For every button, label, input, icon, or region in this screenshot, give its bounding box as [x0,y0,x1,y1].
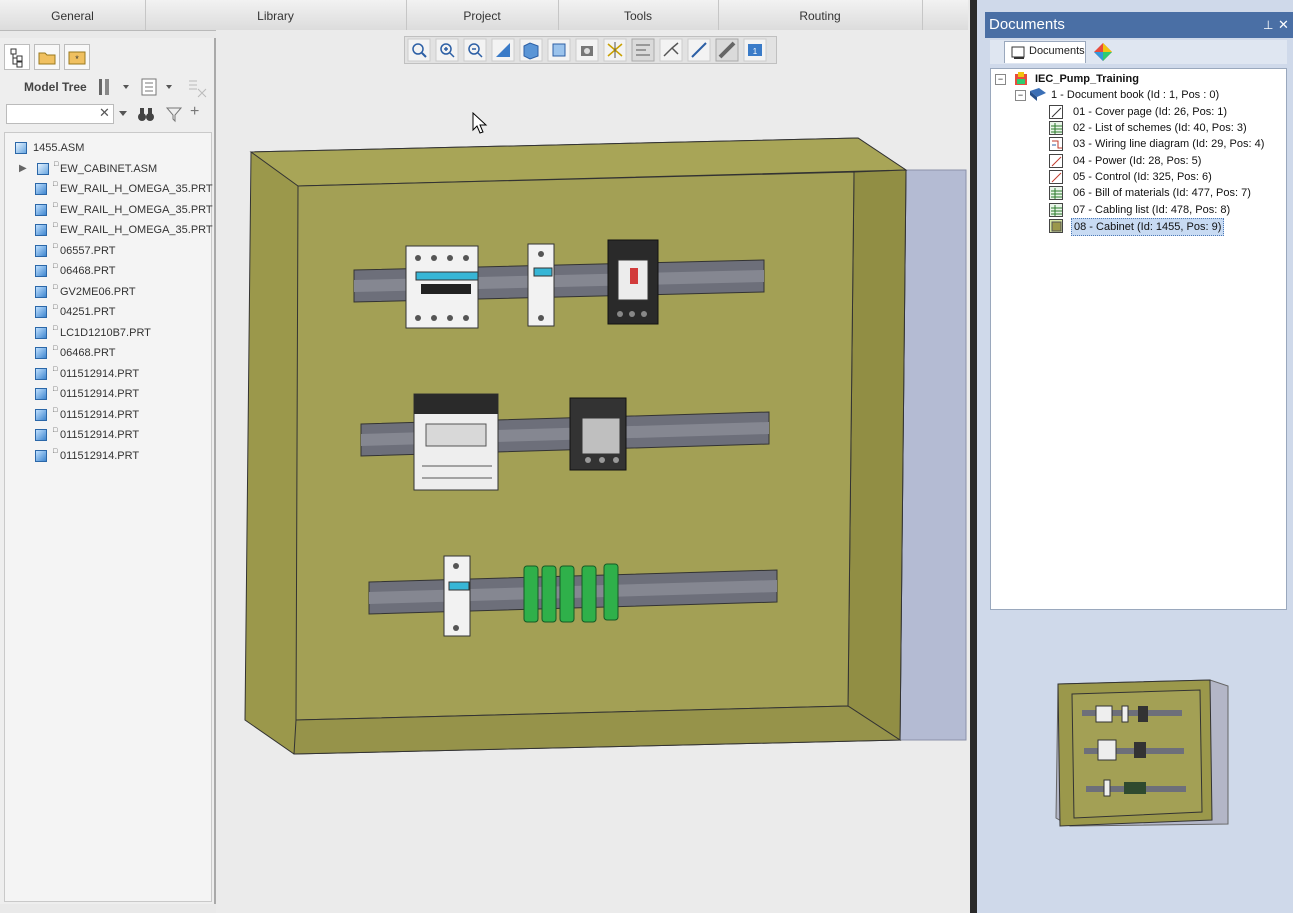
tab-routing[interactable]: Routing [718,0,923,30]
model-tree-panel: * Model Tree ✕ + 1455.ASM ▶ □ EW_CABINET… [0,38,216,904]
part-icon [35,245,47,257]
part-icon [35,306,47,318]
model-tree-search-input[interactable] [6,104,114,124]
folder-icon [38,52,56,65]
tab-general[interactable]: General [0,0,146,30]
tab-tools[interactable]: Tools [558,0,719,30]
components-tab-icon [1094,43,1112,61]
terminal-blocks[interactable] [523,563,619,623]
assembly-icon [37,163,49,175]
part-icon [35,368,47,380]
documents-tab-strip: Documents [990,40,1287,64]
list-icon [1049,121,1063,135]
find-binoculars-icon[interactable] [136,104,156,127]
cover-page-icon [1049,105,1063,119]
filter-icon[interactable] [164,104,184,127]
pin-icon[interactable]: ⊥ [1263,12,1273,38]
cabinet-model[interactable] [216,30,970,913]
part-icon [35,224,47,236]
documents-title: Documents [989,16,1065,33]
3d-viewport[interactable]: 1 [216,30,970,913]
part-icon [35,265,47,277]
favorites-tab-button[interactable]: * [64,44,90,70]
model-tree-icon [10,48,23,68]
tab-documents[interactable]: Documents [1004,41,1086,63]
part-icon [35,409,47,421]
cabinet-preview-thumbnail [1055,679,1229,827]
circuit-breaker-bottom[interactable] [443,555,471,637]
part-icon [35,183,47,195]
circuit-breaker-3pole[interactable] [405,245,479,329]
schematic-icon [1049,154,1063,168]
panel-splitter[interactable] [970,0,977,913]
cabinet-right-rim [847,169,907,741]
model-tree-tab-button[interactable] [4,44,30,70]
add-column-icon[interactable]: + [190,103,199,121]
part-icon [35,204,47,216]
filter-settings-icon[interactable] [186,77,210,102]
search-dropdown-icon[interactable] [118,108,128,121]
part-icon [35,450,47,462]
list-icon [1049,203,1063,217]
tab-overflow [922,0,968,30]
list-icon [1049,186,1063,200]
tab-library[interactable]: Library [145,0,407,30]
wiring-diagram-icon [1049,137,1063,151]
model-tree-list: 1455.ASM ▶ □ EW_CABINET.ASM □ EW_RAIL_H_O… [4,132,213,902]
close-icon[interactable]: ✕ [1278,12,1289,38]
contactor-with-overload[interactable] [413,393,499,491]
documents-title-bar: Documents ⊥ ✕ [985,12,1293,38]
model-tree-label: Model Tree [24,80,87,94]
project-icon [1015,72,1027,85]
part-icon [35,388,47,400]
folder-browser-tab-button[interactable] [34,44,60,70]
documents-tree: − IEC_Pump_Training − 1 - Document book … [990,68,1287,610]
tab-project[interactable]: Project [406,0,559,30]
part-icon [35,286,47,298]
part-icon [35,347,47,359]
favorites-icon: * [68,51,86,65]
settings-tools-icon[interactable] [96,77,132,100]
circuit-breaker-1pole[interactable] [527,243,555,327]
part-icon [35,327,47,339]
document-book-icon [1030,88,1046,101]
documents-tab-icon [1011,46,1025,59]
motor-circuit-breaker[interactable] [607,239,659,325]
part-icon [35,429,47,441]
contactor[interactable] [569,397,627,471]
expand-arrow-icon[interactable]: ▶ [19,160,27,178]
clear-search-icon[interactable]: ✕ [99,105,110,121]
collapse-toggle-icon[interactable]: − [995,74,1006,85]
tab-components[interactable] [1092,41,1118,63]
schematic-icon [1049,170,1063,184]
cabinet-side-panel [899,169,967,741]
assembly-icon [15,142,27,154]
ribbon-tab-bar: General Library Project Tools Routing [0,0,968,31]
svg-text:*: * [75,54,79,64]
collapse-toggle-icon[interactable]: − [1015,90,1026,101]
cabinet-icon [1049,219,1063,233]
show-options-icon[interactable] [140,77,176,100]
